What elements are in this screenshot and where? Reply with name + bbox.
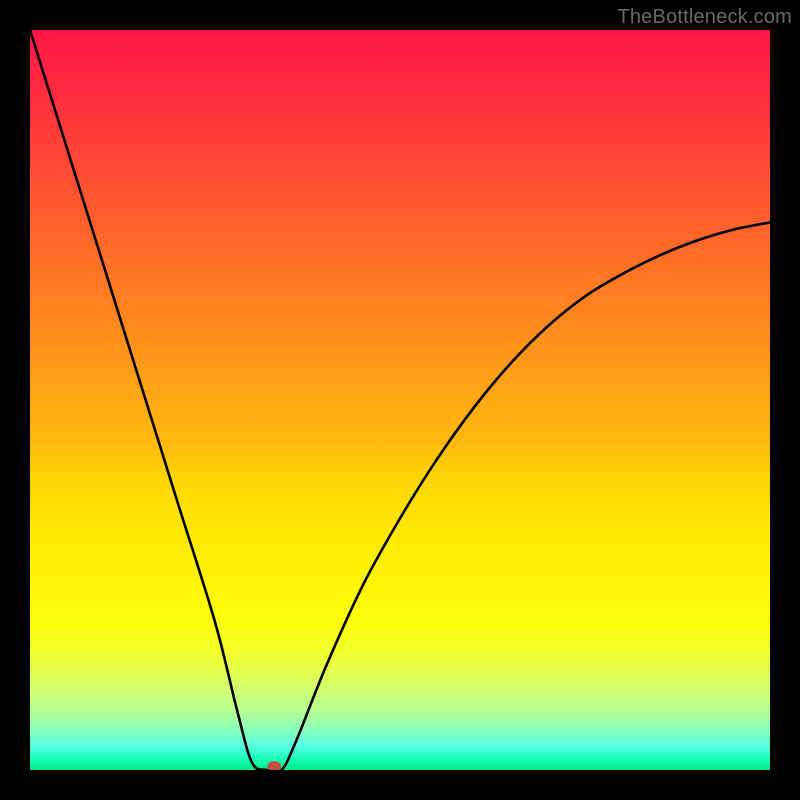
curve-svg [30, 30, 770, 770]
chart-container: TheBottleneck.com [0, 0, 800, 800]
watermark-text: TheBottleneck.com [617, 6, 792, 29]
bottleneck-curve-path [30, 30, 770, 770]
plot-area [30, 30, 770, 770]
minimum-marker [267, 761, 281, 770]
